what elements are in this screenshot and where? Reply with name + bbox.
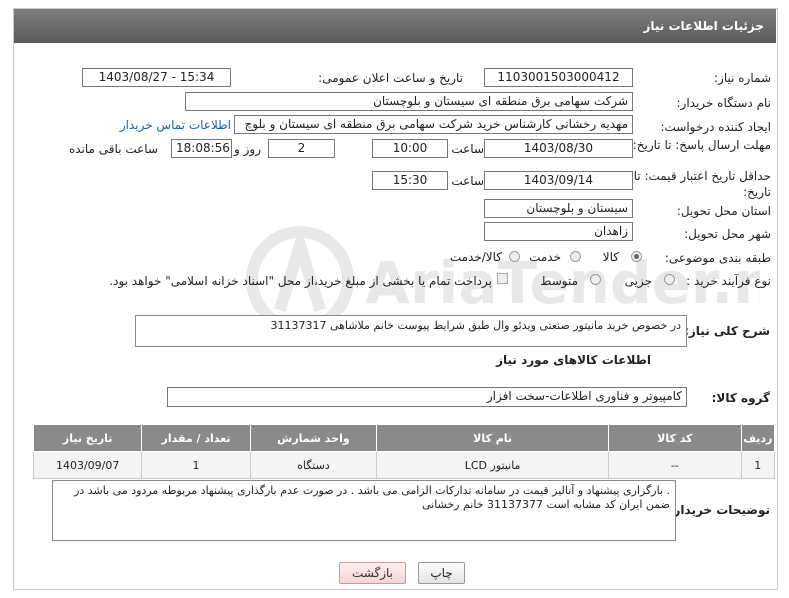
items-table: ردیف کد کالا نام کالا واحد شمارش تعداد /… bbox=[32, 424, 776, 479]
days-label: روز و bbox=[234, 142, 261, 156]
col-header-quantity: تعداد / مقدار bbox=[141, 424, 251, 452]
cell-unit: دستگاه bbox=[249, 451, 378, 479]
goods-group-field[interactable]: کامپیوتر و فناوری اطلاعات-سخت افزار bbox=[167, 387, 687, 407]
category-both-label: کالا/خدمت bbox=[449, 250, 502, 264]
price-validity-label: حداقل تاریخ اعتبار قیمت: تا تاریخ: bbox=[633, 169, 771, 199]
deadline-date-field[interactable]: 1403/08/30 bbox=[484, 139, 633, 158]
contact-buyer-link[interactable]: اطلاعات تماس خریدار bbox=[120, 118, 231, 132]
process-type-label: نوع فرآیند خرید : bbox=[686, 274, 771, 288]
process-medium-label: متوسط bbox=[540, 274, 578, 288]
buyer-notes-label: توضیحات خریدار: bbox=[668, 503, 770, 517]
treasury-payment-checkbox[interactable] bbox=[497, 273, 508, 284]
announce-date-field[interactable]: 1403/08/27 - 15:34 bbox=[82, 68, 231, 87]
category-goods-label: کالا bbox=[602, 250, 619, 264]
city-label: شهر محل تحویل: bbox=[684, 227, 771, 241]
buyer-notes-textarea[interactable]: . بارگزاری پیشنهاد و آنالیز قیمت در ساما… bbox=[52, 480, 676, 541]
category-goods-radio[interactable] bbox=[631, 251, 642, 262]
col-header-goods-name: نام کالا bbox=[376, 424, 609, 452]
cell-need-date: 1403/09/07 bbox=[32, 451, 143, 479]
back-button[interactable]: بازگشت bbox=[339, 562, 406, 584]
category-label: طبقه بندی موضوعی: bbox=[664, 251, 771, 265]
validity-time-label: ساعت bbox=[451, 174, 484, 188]
goods-section-title: اطلاعات کالاهای مورد نیاز bbox=[496, 353, 651, 367]
deadline-time-field[interactable]: 10:00 bbox=[372, 139, 448, 158]
need-number-label: شماره نیاز: bbox=[714, 71, 771, 85]
process-minor-radio[interactable] bbox=[664, 274, 675, 285]
creator-field[interactable]: مهدیه رخشانی کارشناس خرید شرکت سهامی برق… bbox=[234, 115, 633, 134]
print-button[interactable]: چاپ bbox=[418, 562, 465, 584]
table-row[interactable]: 1 -- مانیتور LCD دستگاه 1 1403/09/07 bbox=[32, 451, 776, 479]
page-title: جزئیات اطلاعات نیاز bbox=[643, 19, 764, 33]
need-number-field[interactable]: 1103001503000412 bbox=[484, 68, 633, 87]
cell-goods-name: مانیتور LCD bbox=[376, 451, 609, 479]
creator-label: ایجاد کننده درخواست: bbox=[660, 120, 771, 134]
cell-goods-code: -- bbox=[608, 451, 742, 479]
col-header-need-date: تاریخ نیاز bbox=[32, 424, 143, 452]
days-remaining-field[interactable]: 2 bbox=[268, 139, 335, 158]
price-validity-date-field[interactable]: 1403/09/14 bbox=[484, 171, 633, 190]
province-label: استان محل تحویل: bbox=[676, 204, 771, 218]
cell-row-number: 1 bbox=[740, 451, 776, 479]
deadline-label: مهلت ارسال پاسخ: تا تاریخ: bbox=[632, 138, 771, 152]
col-header-goods-code: کد کالا bbox=[608, 424, 742, 452]
price-validity-time-field[interactable]: 15:30 bbox=[372, 171, 448, 190]
buyer-org-field[interactable]: شرکت سهامی برق منطقه ای سیستان و بلوچستا… bbox=[185, 92, 633, 111]
remaining-time-label: ساعت باقی مانده bbox=[68, 142, 158, 156]
category-both-radio[interactable] bbox=[509, 251, 520, 262]
buyer-org-label: نام دستگاه خریدار: bbox=[676, 96, 772, 110]
province-field[interactable]: سیستان و بلوچستان bbox=[484, 199, 633, 218]
category-service-radio[interactable] bbox=[570, 251, 581, 262]
col-header-unit: واحد شمارش bbox=[249, 424, 378, 452]
remaining-time-field[interactable]: 18:08:56 bbox=[171, 139, 232, 158]
process-minor-label: جزیی bbox=[624, 274, 652, 288]
col-header-row-number: ردیف bbox=[740, 424, 776, 452]
announce-date-label: تاریخ و ساعت اعلان عمومی: bbox=[318, 71, 463, 85]
process-medium-radio[interactable] bbox=[590, 274, 601, 285]
table-header-row: ردیف کد کالا نام کالا واحد شمارش تعداد /… bbox=[32, 424, 776, 452]
description-label: شرح کلی نیاز: bbox=[684, 324, 770, 338]
goods-group-label: گروه کالا: bbox=[711, 391, 770, 405]
cell-quantity: 1 bbox=[141, 451, 251, 479]
city-field[interactable]: زاهدان bbox=[484, 222, 633, 241]
treasury-payment-note: پرداخت تمام یا بخشی از مبلغ خرید،از محل … bbox=[109, 274, 492, 288]
description-textarea[interactable]: در خصوص خرید مانیتور صنعتی ویدئو وال طبق… bbox=[135, 315, 687, 347]
page-header: جزئیات اطلاعات نیاز bbox=[14, 9, 776, 43]
deadline-time-label: ساعت bbox=[451, 142, 484, 156]
category-service-label: خدمت bbox=[529, 250, 561, 264]
